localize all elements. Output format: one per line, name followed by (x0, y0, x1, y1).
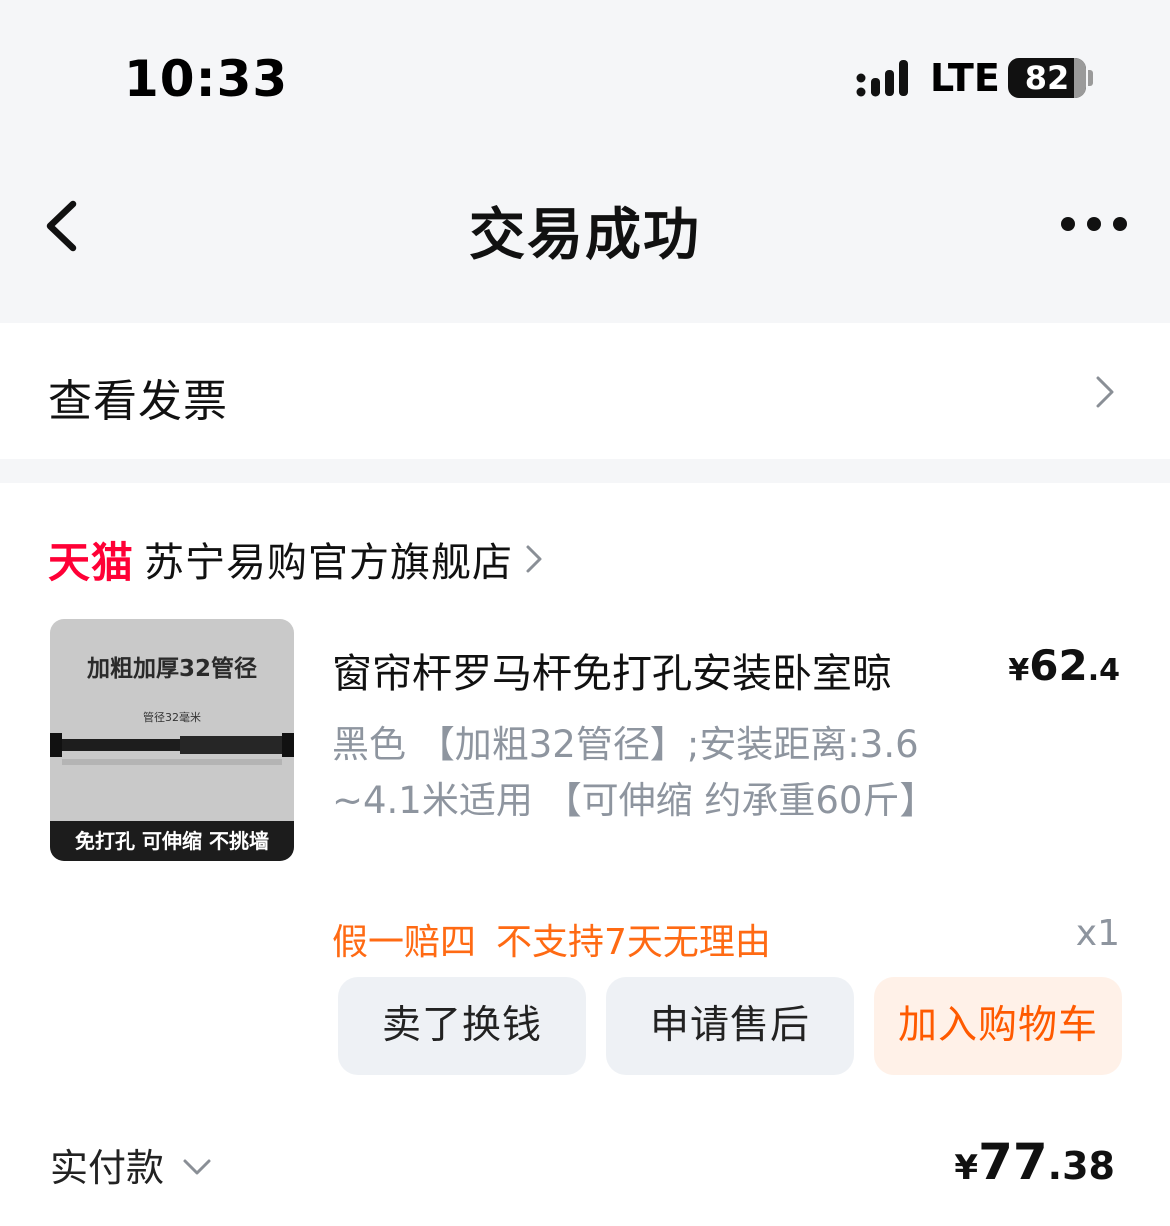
paid-amount: ¥77.38 (954, 1133, 1115, 1191)
cellular-signal-icon (856, 60, 908, 97)
tmall-logo: 天猫 (48, 537, 135, 587)
battery-empty-part (1074, 58, 1086, 98)
paid-amount-toggle[interactable]: 实付款 (50, 1139, 212, 1190)
status-bar: 10:33 LTE 82 (0, 0, 1170, 150)
paid-label: 实付款 (50, 1145, 165, 1190)
tag-no-7day-return: 不支持7天无理由 (496, 922, 771, 963)
price-currency: ¥ (1008, 653, 1030, 688)
more-icon[interactable] (1058, 212, 1130, 236)
chevron-down-icon (183, 1159, 211, 1175)
battery-level: 82 (1024, 59, 1070, 97)
after-sales-button[interactable]: 申请售后 (606, 977, 854, 1075)
service-tags: 假一赔四 不支持7天无理由 (332, 913, 771, 965)
paid-currency: ¥ (954, 1148, 979, 1188)
store-name: 苏宁易购官方旗舰店 (144, 540, 514, 586)
quantity: x1 (1075, 913, 1120, 954)
product-thumbnail[interactable]: 加粗加厚32管径 管径32毫米 免打孔 可伸缩 不挑墙 (50, 619, 294, 861)
product-title[interactable]: 窗帘杆罗马杆免打孔安装卧室晾 (332, 641, 952, 699)
paid-decimal: .38 (1047, 1144, 1115, 1188)
page-title: 交易成功 (469, 203, 701, 268)
thumbnail-caption: 加粗加厚32管径 (86, 656, 257, 682)
thumbnail-band: 免打孔 可伸缩 不挑墙 (50, 821, 294, 861)
curtain-rod-illustration (50, 733, 294, 765)
product-price: ¥62.4 (1008, 641, 1120, 690)
sell-button[interactable]: 卖了换钱 (338, 977, 586, 1075)
store-chevron-right-icon (526, 545, 542, 573)
price-decimal: .4 (1087, 653, 1120, 688)
paid-integer: 77 (978, 1133, 1048, 1191)
nav-bar: 交易成功 (0, 150, 1170, 298)
order-card: 天猫 苏宁易购官方旗舰店 加粗加厚32管径 管径32毫米 免打孔 可伸缩 不挑墙… (0, 483, 1170, 1226)
view-invoice-row[interactable]: 查看发票 (0, 323, 1170, 459)
battery-cap (1088, 70, 1093, 86)
tag-fake-compensation: 假一赔四 (332, 922, 477, 963)
status-time: 10:33 (124, 50, 289, 108)
product-spec: 黑色 【加粗32管径】;安装距离:3.6~4.1米适用 【可伸缩 约承重60斤】 (332, 723, 937, 822)
network-type: LTE (930, 56, 1000, 100)
add-to-cart-button[interactable]: 加入购物车 (874, 977, 1122, 1075)
battery-icon: 82 (1008, 58, 1086, 98)
store-link[interactable]: 天猫 苏宁易购官方旗舰店 (48, 531, 543, 587)
price-integer: 62 (1029, 641, 1088, 690)
view-invoice-label: 查看发票 (48, 376, 228, 427)
chevron-right-icon (1096, 376, 1114, 408)
